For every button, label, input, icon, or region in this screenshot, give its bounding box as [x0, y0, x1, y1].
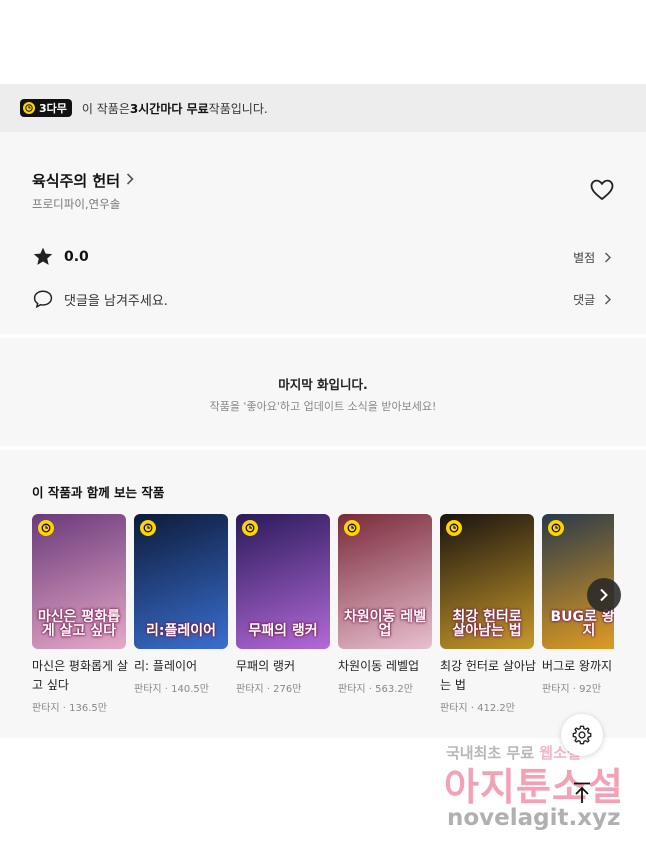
cover-image[interactable]: 최강 헌터로 살아남는 법: [440, 514, 534, 649]
clock-icon: [23, 102, 35, 114]
clock-icon: [344, 520, 360, 536]
rating-row: 0.0 별점: [32, 246, 614, 268]
chevron-right-icon: [605, 252, 611, 262]
notice-highlight: 3시간마다 무료: [129, 101, 209, 116]
comment-icon: [32, 288, 54, 310]
work-authors: 프로디파이,연우솔: [32, 197, 121, 211]
cover-title: BUG로 왕까지: [550, 608, 614, 640]
scroll-top-button[interactable]: [565, 776, 599, 810]
recommendations-list[interactable]: 마신은 평화롭게 살고 싶다 마신은 평화롭게 살고 싶다 판타지 · 136.…: [32, 514, 614, 734]
card-meta: 판타지 · 276만: [236, 684, 302, 695]
last-episode-panel: 마지막 화입니다. 작품을 '좋아요'하고 업데이트 소식을 받아보세요!: [0, 338, 646, 446]
work-title-link[interactable]: 육식주의 헌터: [32, 170, 134, 191]
chevron-right-icon: [605, 294, 611, 304]
cover-title: 최강 헌터로 살아남는 법: [452, 608, 522, 640]
card-title: 버그로 왕까지: [542, 659, 613, 673]
chevron-right-icon: [126, 172, 134, 189]
gear-icon: [572, 725, 592, 745]
recommendations-heading: 이 작품과 함께 보는 작품: [32, 485, 165, 500]
rating-value: 0.0: [64, 249, 89, 265]
cover-title: 마신은 평화롭게 살고 싶다: [37, 608, 121, 640]
clock-icon: [140, 520, 156, 536]
clock-icon: [446, 520, 462, 536]
arrow-up-icon: [574, 782, 590, 803]
cover-image[interactable]: 리:플레이어: [134, 514, 228, 649]
card-title: 차원이동 레벨업: [338, 659, 420, 673]
comment-prompt: 댓글을 남겨주세요.: [64, 293, 168, 309]
card-title: 최강 헌터로 살아남는 법: [440, 659, 536, 692]
card-title: 마신은 평화롭게 살고 싶다: [32, 659, 128, 692]
notice-suffix: 작품입니다.: [208, 101, 268, 116]
cover-title: 리:플레이어: [146, 623, 216, 640]
badge-label: 3다무: [39, 102, 67, 115]
card-meta: 판타지 · 412.2만: [440, 703, 515, 714]
cover-image[interactable]: 차원이동 레벨업: [338, 514, 432, 649]
recommendations-panel: 이 작품과 함께 보는 작품 마신은 평화롭게 살고 싶다 마신은 평화롭게 살…: [0, 450, 646, 738]
card-title: 리: 플레이어: [134, 659, 198, 673]
cover-image[interactable]: 마신은 평화롭게 살고 싶다: [32, 514, 126, 649]
card-meta: 판타지 · 92만: [542, 684, 602, 695]
heart-icon[interactable]: [589, 178, 615, 202]
comment-link-label: 댓글: [573, 292, 596, 307]
clock-icon: [548, 520, 564, 536]
last-episode-subtitle: 작품을 '좋아요'하고 업데이트 소식을 받아보세요!: [209, 400, 437, 413]
three-hour-free-badge: 3다무: [20, 99, 72, 117]
comment-row[interactable]: 댓글을 남겨주세요. 댓글: [32, 288, 614, 310]
free-notice-bar: 3다무 이 작품은 3시간마다 무료 작품입니다.: [0, 84, 646, 132]
card-meta: 판타지 · 563.2만: [338, 684, 413, 695]
cover-image[interactable]: 무패의 랭커: [236, 514, 330, 649]
work-info-panel: 육식주의 헌터 프로디파이,연우솔 0.0 별점 댓글을 남겨주세요. 댓글: [0, 132, 646, 334]
settings-button[interactable]: [561, 714, 603, 756]
recommendation-card[interactable]: 차원이동 레벨업 차원이동 레벨업 판타지 · 563.2만: [338, 514, 432, 695]
comment-link[interactable]: 댓글: [573, 291, 612, 308]
recommendation-card[interactable]: 리:플레이어 리: 플레이어 판타지 · 140.5만: [134, 514, 228, 695]
star-icon: [32, 246, 54, 268]
card-meta: 판타지 · 136.5만: [32, 703, 107, 714]
card-meta: 판타지 · 140.5만: [134, 684, 209, 695]
card-title: 무패의 랭커: [236, 659, 296, 673]
rating-link-label: 별점: [573, 250, 596, 265]
chevron-right-icon: [600, 588, 608, 602]
cover-title: 무패의 랭커: [248, 623, 318, 640]
notice-prefix: 이 작품은: [81, 101, 130, 116]
cover-title: 차원이동 레벨업: [343, 608, 427, 640]
recommendation-card[interactable]: 마신은 평화롭게 살고 싶다 마신은 평화롭게 살고 싶다 판타지 · 136.…: [32, 514, 128, 714]
rating-link[interactable]: 별점: [573, 249, 612, 266]
carousel-next-button[interactable]: [587, 578, 621, 612]
recommendation-card[interactable]: 무패의 랭커 무패의 랭커 판타지 · 276만: [236, 514, 330, 695]
clock-icon: [38, 520, 54, 536]
recommendation-card[interactable]: 최강 헌터로 살아남는 법 최강 헌터로 살아남는 법 판타지 · 412.2만: [440, 514, 536, 714]
clock-icon: [242, 520, 258, 536]
work-title: 육식주의 헌터: [32, 172, 121, 190]
last-episode-title: 마지막 화입니다.: [278, 377, 368, 392]
